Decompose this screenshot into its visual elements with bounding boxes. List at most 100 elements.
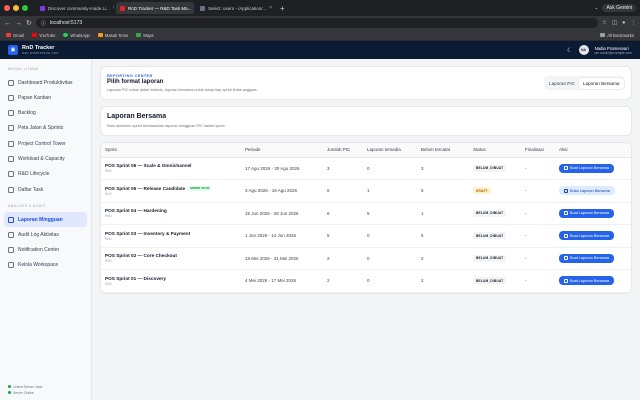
sidebar-section-title: MODUL UTAMA [8,67,39,71]
laporan-bersama-card: Laporan Bersama Satu dokumen sprint berd… [100,106,632,136]
forward-icon[interactable]: → [15,20,22,27]
sprint-team: RnD [105,191,112,196]
lifecycle-icon [8,171,14,178]
col-periode: Periode [241,143,323,158]
sprint-name: POS Sprint 05 — Release Candidate [105,185,186,191]
back-icon[interactable]: ← [4,20,11,27]
cell-belum-tercatat: 2 [417,269,469,293]
new-tab-button[interactable]: + [280,4,285,13]
create-report-button[interactable]: Buat Laporan Bersama [559,231,615,241]
sidebar-item-label: R&D Lifecycle [18,171,50,178]
cell-periode: 4 Mei 2026 - 17 Mei 2026 [241,269,323,293]
tab-title: Select: users - /Application/... [208,5,267,11]
sidebar-item[interactable]: Peta Jalan & Sprints [4,121,87,136]
bookmark-gmail[interactable]: Gmail [6,33,24,38]
user-email: pm.admin@example.com [594,50,632,55]
bookmark-star-icon[interactable]: ☆ [602,20,607,26]
table-row: POS Sprint 01 — Discovery RnD 4 Mei 2026 -… [101,269,631,293]
task-list-icon [8,186,14,193]
sidebar-item[interactable]: R&D Lifecycle [4,167,87,182]
close-window-button[interactable] [4,5,10,11]
sidebar-item[interactable]: Backlog [4,106,87,121]
cell-sprint: POS Sprint 06 — Scale & Omnichannel RnD [101,157,241,180]
cell-status: BELUM_DIBUAT [469,224,521,248]
minimize-window-button[interactable] [13,5,19,11]
cell-aksi: Buka Laporan Bersama [555,179,631,203]
dashboard-icon [8,79,14,86]
cell-belum-tercatat: 5 [417,179,469,203]
sprint-name: POS Sprint 04 — Hardening [105,208,167,214]
cell-status: BELUM_DIBUAT [469,269,521,293]
add-document-icon [564,256,568,261]
button-label: Buat Laporan Bersama [570,233,610,238]
cell-laporan-tersedia: 1 [363,179,417,203]
sidebar-item[interactable]: Dashboard Produktivitas [4,75,87,90]
sidebar-item[interactable]: Audit Log Aktivitas [4,227,87,242]
open-report-button[interactable]: Buka Laporan Bersama [559,186,615,196]
create-report-button[interactable]: Buat Laporan Bersama [559,276,615,286]
cell-laporan-tersedia: 5 [363,202,417,225]
browser-tab-3[interactable]: Select: users - /Application/... × [196,2,274,14]
close-tab-icon[interactable]: × [113,5,114,11]
bookmark-label: WhatsApp [70,32,90,38]
address-bar[interactable]: ⓘ localhost:5173 [35,18,599,28]
bookmark-masak-terus[interactable]: Masak Terus [97,32,129,38]
sprint-active-badge: SPRINT AKTIF [188,185,212,191]
sprint-name: POS Sprint 06 — Scale & Omnichannel [105,163,192,169]
cell-laporan-tersedia: 0 [363,247,417,270]
reporting-center-label: REPORTING CENTER [107,74,153,78]
table-row: POS Sprint 04 — Hardening RnD 15 Jun 2026 … [101,202,631,225]
profile-icon[interactable]: ● [622,20,625,26]
ask-gemini-button[interactable]: Ask Gemini [602,4,636,12]
cell-finalisasi: - [521,247,555,270]
reload-icon[interactable]: ↻ [26,19,32,27]
button-label: Buat Laporan Bersama [570,256,610,261]
bookmark-whatsapp[interactable]: WhatsApp [63,32,90,38]
report-format-toggle: Laporan PIC Laporan Bersama [543,76,625,90]
site-info-icon[interactable]: ⓘ [41,20,46,27]
cell-finalisasi: - [521,224,555,248]
col-finalisasi: Finalisasi [521,143,555,158]
tab-search-icon[interactable]: ⌄ [594,5,598,11]
folder-icon [600,33,606,37]
reporting-center-title: Pilih format laporan [107,79,164,85]
cell-jumlah-pic: 3 [323,157,363,180]
create-report-button[interactable]: Buat Laporan Bersama [559,208,615,218]
bell-icon [8,247,14,254]
avatar[interactable]: NA [578,45,589,55]
all-bookmarks-button[interactable]: All Bookmarks [600,33,634,38]
add-document-icon [564,278,568,283]
sidebar-item[interactable]: Project Control Tower [4,136,87,151]
sprint-report-table: Sprint Periode Jumlah PIC Laporan tersed… [101,143,631,293]
bookmark-youtube[interactable]: YouTube [31,33,55,38]
sidebar-item[interactable]: Papan Kanban [4,90,87,105]
status-badge: BELUM_DIBUAT [473,254,507,262]
laporan-bersama-tab[interactable]: Laporan Bersama [578,77,624,89]
table-row: POS Sprint 05 — Release Candidate SPRINT … [101,179,631,203]
sidebar-item[interactable]: Daftar Task [4,182,87,197]
menu-icon[interactable]: ⋮ [631,20,637,26]
sprint-team: RnD [105,236,112,241]
dark-mode-icon[interactable]: ☾ [567,47,572,54]
laporan-pic-tab[interactable]: Laporan PIC [545,78,579,89]
cell-periode: 17 Agu 2026 - 30 Agu 2026 [241,157,323,180]
browser-tab-2[interactable]: RnD Tracker — R&D Task Ma... × [116,2,194,14]
sprint-team: RnD [105,169,112,174]
sidebar-item[interactable]: Workload & Capacity [4,151,87,166]
cell-periode: 3 Agu 2026 - 16 Agu 2026 [241,179,323,203]
col-status: Status [469,143,521,158]
create-report-button[interactable]: Buat Laporan Bersama [559,163,615,173]
sidebar-item[interactable]: Notification Center [4,243,87,258]
extensions-icon[interactable]: ◫ [612,20,617,26]
close-tab-icon[interactable]: × [269,5,272,11]
maximize-window-button[interactable] [22,5,28,11]
app-logo[interactable]: ▣ RnD Tracker R&D WORKSPACE PRO [8,45,59,55]
main-content: REPORTING CENTER Pilih format laporan La… [92,59,640,400]
sidebar-item[interactable]: Kelola Workspace [4,258,87,273]
browser-tab-1[interactable]: Discover community-made Li... × [36,2,114,14]
bookmark-label: Maps [143,32,154,38]
bookmark-label: Masak Terus [104,32,129,38]
sidebar-item[interactable]: Laporan Mingguan [4,212,87,228]
bookmark-maps[interactable]: Maps [136,32,154,38]
create-report-button[interactable]: Buat Laporan Bersama [559,253,615,263]
